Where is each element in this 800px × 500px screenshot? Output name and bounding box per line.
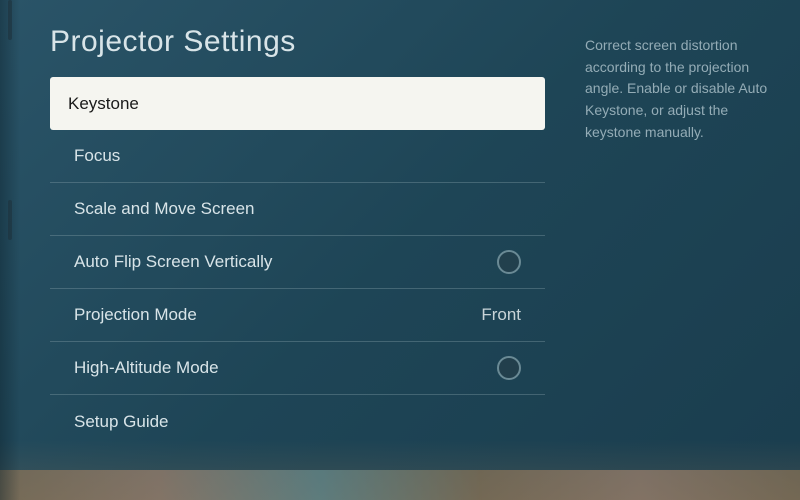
- item-description: Correct screen distortion according to t…: [585, 35, 770, 143]
- menu-item-label: Setup Guide: [74, 412, 169, 432]
- menu-item-scale-move[interactable]: Scale and Move Screen: [50, 183, 545, 236]
- menu-item-value: Front: [481, 305, 521, 325]
- radio-icon: [497, 356, 521, 380]
- menu-item-setup-guide[interactable]: Setup Guide: [50, 395, 545, 448]
- menu-item-keystone[interactable]: Keystone: [50, 77, 545, 130]
- menu-item-label: Auto Flip Screen Vertically: [74, 252, 272, 272]
- menu-item-label: Focus: [74, 146, 120, 166]
- main-panel: Projector Settings Keystone Focus Scale …: [50, 25, 545, 480]
- settings-container: Projector Settings Keystone Focus Scale …: [0, 0, 800, 500]
- menu-item-label: High-Altitude Mode: [74, 358, 219, 378]
- menu-item-auto-flip[interactable]: Auto Flip Screen Vertically: [50, 236, 545, 289]
- menu-item-high-altitude[interactable]: High-Altitude Mode: [50, 342, 545, 395]
- settings-menu: Keystone Focus Scale and Move Screen Aut…: [50, 77, 545, 448]
- menu-item-label: Scale and Move Screen: [74, 199, 255, 219]
- description-sidebar: Correct screen distortion according to t…: [545, 25, 770, 480]
- page-title: Projector Settings: [50, 25, 545, 59]
- menu-item-projection-mode[interactable]: Projection Mode Front: [50, 289, 545, 342]
- menu-item-label: Keystone: [68, 94, 139, 114]
- menu-item-label: Projection Mode: [74, 305, 197, 325]
- radio-icon: [497, 250, 521, 274]
- menu-item-focus[interactable]: Focus: [50, 130, 545, 183]
